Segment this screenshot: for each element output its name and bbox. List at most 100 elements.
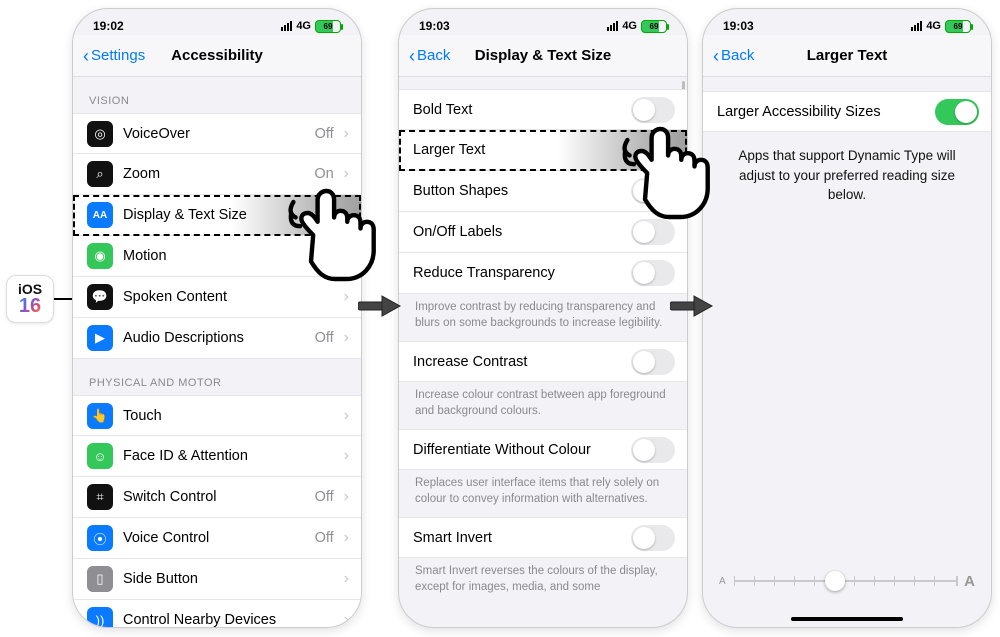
chevron-right-icon: › — [344, 206, 349, 224]
battery-icon: 69 — [641, 20, 667, 33]
phone-larger-text: 19:03 4G 69 ‹ Back Larger Text Larger Ac… — [702, 8, 992, 628]
chevron-right-icon: › — [344, 125, 349, 143]
status-bar: 19:02 4G 69 — [73, 9, 361, 35]
slider-max-label: A — [964, 573, 975, 590]
content-scroll[interactable]: Bold Text Larger Text › Button Shapes On… — [399, 77, 687, 627]
row-zoom[interactable]: ⌕ Zoom On › — [73, 154, 361, 195]
chevron-right-icon: › — [344, 165, 349, 183]
row-voiceover[interactable]: ◎ VoiceOver Off › — [73, 113, 361, 154]
back-label: Settings — [91, 47, 145, 64]
switch-icon: ⌗ — [87, 484, 113, 510]
signal-icon — [911, 21, 922, 31]
note-smart-invert: Smart Invert reverses the colours of the… — [399, 558, 687, 605]
battery-icon: 69 — [315, 20, 341, 33]
toggle-button-shapes[interactable] — [631, 178, 675, 204]
chevron-right-icon: › — [344, 407, 349, 425]
spoken-icon: 💬 — [87, 284, 113, 310]
back-button[interactable]: ‹ Settings — [83, 47, 145, 65]
nav-bar: ‹ Back Larger Text — [703, 35, 991, 77]
row-faceid[interactable]: ☺ Face ID & Attention › — [73, 436, 361, 477]
toggle-larger-sizes[interactable] — [935, 99, 979, 125]
row-audio-descriptions[interactable]: ▶ Audio Descriptions Off › — [73, 318, 361, 359]
status-bar: 19:03 4G 69 — [703, 9, 991, 35]
row-bold-text[interactable]: Bold Text — [399, 89, 687, 130]
zoom-icon: ⌕ — [87, 161, 113, 187]
badge-connector — [54, 298, 72, 300]
status-time: 19:02 — [93, 19, 124, 33]
row-spoken-content[interactable]: 💬 Spoken Content › — [73, 277, 361, 318]
toggle-increase-contrast[interactable] — [631, 349, 675, 375]
text-size-slider[interactable]: A A — [719, 571, 975, 591]
chevron-left-icon: ‹ — [713, 47, 719, 65]
row-nearby-devices[interactable]: )) Control Nearby Devices › — [73, 600, 361, 627]
toggle-smart-invert[interactable] — [631, 525, 675, 551]
signal-icon — [607, 21, 618, 31]
touch-icon: 👆 — [87, 403, 113, 429]
section-header-vision: VISION — [73, 77, 361, 113]
chevron-right-icon: › — [344, 329, 349, 347]
row-side-button[interactable]: ▯ Side Button › — [73, 559, 361, 600]
sidebtn-icon: ▯ — [87, 566, 113, 592]
network-label: 4G — [622, 20, 637, 32]
network-label: 4G — [296, 20, 311, 32]
row-smart-invert[interactable]: Smart Invert — [399, 517, 687, 558]
toggle-onoff-labels[interactable] — [631, 219, 675, 245]
row-reduce-transparency[interactable]: Reduce Transparency — [399, 253, 687, 294]
textsize-icon: AA — [87, 202, 113, 228]
chevron-right-icon: › — [344, 529, 349, 547]
row-larger-accessibility-sizes[interactable]: Larger Accessibility Sizes — [703, 91, 991, 132]
page-title: Accessibility — [171, 47, 263, 64]
page-title: Display & Text Size — [475, 47, 611, 64]
phone-display-text-size: 19:03 4G 69 ‹ Back Display & Text Size B… — [398, 8, 688, 628]
slider-min-label: A — [719, 576, 726, 587]
row-button-shapes[interactable]: Button Shapes — [399, 171, 687, 212]
phone-accessibility: 19:02 4G 69 ‹ Settings Accessibility VIS… — [72, 8, 362, 628]
toggle-bold-text[interactable] — [631, 97, 675, 123]
back-label: Back — [721, 47, 754, 64]
battery-icon: 69 — [945, 20, 971, 33]
signal-icon — [281, 21, 292, 31]
flow-arrow-icon — [358, 292, 402, 320]
row-larger-text[interactable]: Larger Text › — [399, 130, 687, 171]
row-voice-control[interactable]: ⦿ Voice Control Off › — [73, 518, 361, 559]
content-scroll[interactable]: VISION ◎ VoiceOver Off › ⌕ Zoom On › AA … — [73, 77, 361, 627]
note-diff-colour: Replaces user interface items that rely … — [399, 470, 687, 517]
dynamic-type-description: Apps that support Dynamic Type will adju… — [703, 132, 991, 219]
toggle-diff-colour[interactable] — [631, 437, 675, 463]
voicectl-icon: ⦿ — [87, 525, 113, 551]
chevron-right-icon: › — [344, 447, 349, 465]
home-indicator — [791, 617, 903, 621]
row-motion[interactable]: ◉ Motion › — [73, 236, 361, 277]
row-switch-control[interactable]: ⌗ Switch Control Off › — [73, 477, 361, 518]
voiceover-icon: ◎ — [87, 121, 113, 147]
row-increase-contrast[interactable]: Increase Contrast — [399, 341, 687, 382]
back-button[interactable]: ‹ Back — [713, 47, 754, 65]
network-label: 4G — [926, 20, 941, 32]
row-diff-without-colour[interactable]: Differentiate Without Colour — [399, 429, 687, 470]
ios-version: 16 — [19, 296, 41, 316]
chevron-right-icon: › — [670, 141, 675, 159]
status-time: 19:03 — [723, 19, 754, 33]
section-header-physical: PHYSICAL AND MOTOR — [73, 359, 361, 395]
status-bar: 19:03 4G 69 — [399, 9, 687, 35]
slider-thumb[interactable] — [825, 571, 845, 591]
chevron-right-icon: › — [344, 570, 349, 588]
flow-arrow-icon — [670, 292, 714, 320]
motion-icon: ◉ — [87, 243, 113, 269]
row-onoff-labels[interactable]: On/Off Labels — [399, 212, 687, 253]
row-display-text-size[interactable]: AA Display & Text Size › — [73, 195, 361, 236]
row-touch[interactable]: 👆 Touch › — [73, 395, 361, 436]
chevron-left-icon: ‹ — [409, 47, 415, 65]
content-area: Larger Accessibility Sizes Apps that sup… — [703, 77, 991, 627]
status-time: 19:03 — [419, 19, 450, 33]
ios-text: iOS — [18, 282, 42, 296]
nav-bar: ‹ Settings Accessibility — [73, 35, 361, 77]
page-title: Larger Text — [807, 47, 888, 64]
chevron-right-icon: › — [344, 611, 349, 627]
note-contrast: Increase colour contrast between app for… — [399, 382, 687, 429]
faceid-icon: ☺ — [87, 443, 113, 469]
chevron-right-icon: › — [344, 488, 349, 506]
nearby-icon: )) — [87, 607, 113, 627]
back-button[interactable]: ‹ Back — [409, 47, 450, 65]
toggle-reduce-transparency[interactable] — [631, 260, 675, 286]
